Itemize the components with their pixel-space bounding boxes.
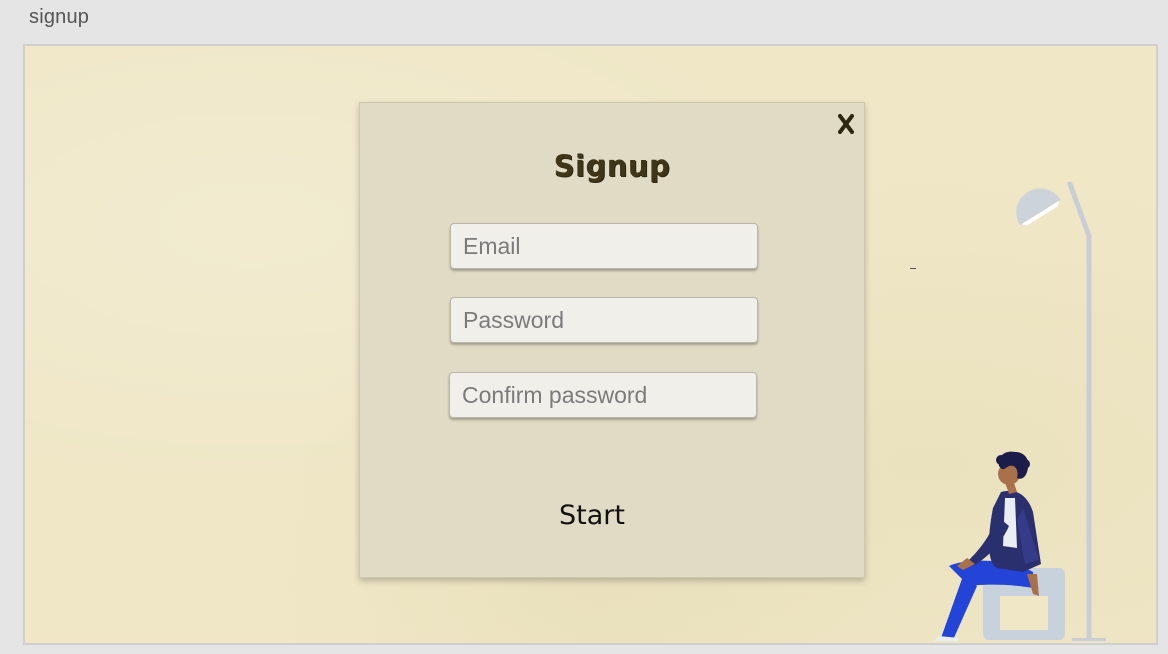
confirm-password-field[interactable] (449, 372, 757, 418)
signup-dialog: Signup Start (359, 102, 865, 578)
dialog-title: Signup (553, 149, 671, 183)
email-field[interactable] (450, 223, 758, 269)
frame-label: signup (29, 6, 90, 28)
close-icon (838, 114, 854, 134)
app-canvas: Signup Start (23, 44, 1158, 645)
password-field[interactable] (450, 297, 758, 343)
start-button[interactable]: Start (540, 493, 644, 537)
person-sitting-with-lamp-illustration (934, 181, 1106, 641)
close-button[interactable] (836, 112, 856, 136)
